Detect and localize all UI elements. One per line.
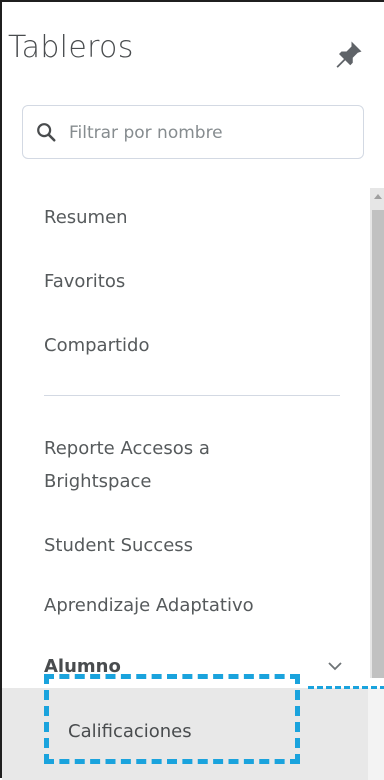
- pin-icon[interactable]: [334, 39, 364, 69]
- nav-item-student-success[interactable]: Student Success: [44, 529, 193, 562]
- scroll-up-arrow-icon[interactable]: [373, 192, 383, 202]
- divider: [44, 395, 340, 396]
- nav-item-aprendizaje-adaptativo[interactable]: Aprendizaje Adaptativo: [44, 589, 254, 622]
- scrollbar-thumb[interactable]: [372, 210, 384, 678]
- chevron-down-icon[interactable]: [326, 658, 344, 674]
- page-title: Tableros: [8, 30, 134, 65]
- nav-item-calificaciones[interactable]: Calificaciones: [68, 715, 192, 748]
- nav-item-reporte-accesos[interactable]: Reporte Accesos a Brightspace: [44, 432, 304, 498]
- highlight-annotation-line: [308, 686, 384, 689]
- nav-item-resumen[interactable]: Resumen: [44, 201, 128, 234]
- search-icon: [37, 123, 56, 142]
- nav-item-favoritos[interactable]: Favoritos: [44, 265, 125, 298]
- search-field[interactable]: [22, 105, 364, 159]
- dashboards-panel: Tableros Resumen Favoritos Compartido Re…: [0, 0, 384, 780]
- nav-item-compartido[interactable]: Compartido: [44, 329, 149, 362]
- search-input[interactable]: [67, 116, 361, 150]
